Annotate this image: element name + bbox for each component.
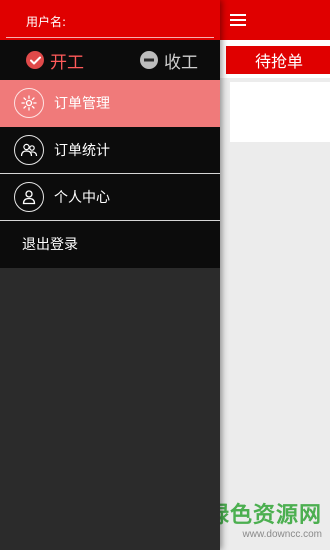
order-list-card: [230, 82, 330, 142]
menu-item-label: 订单管理: [54, 96, 110, 112]
navigation-drawer: 用户名: 开工 收工 订单管理 订单统计 个人中心 退出登录: [0, 0, 220, 550]
stop-work-toggle[interactable]: 收工: [140, 48, 198, 73]
username-label: 用户名:: [26, 15, 67, 29]
menu-item-personal-center[interactable]: 个人中心: [0, 174, 220, 221]
check-icon: [26, 51, 44, 69]
logout-button[interactable]: 退出登录: [0, 221, 220, 268]
stop-work-label: 收工: [164, 52, 198, 73]
main-top-bar: [220, 0, 330, 40]
menu-item-label: 订单统计: [54, 143, 110, 159]
minus-icon: [140, 51, 158, 69]
menu-item-order-statistics[interactable]: 订单统计: [0, 127, 220, 174]
logout-label: 退出登录: [22, 237, 78, 253]
start-work-label: 开工: [50, 52, 84, 73]
hamburger-menu-icon[interactable]: [230, 14, 246, 26]
work-status-bar: 开工 收工: [0, 40, 220, 80]
users-icon: [14, 135, 44, 165]
menu-item-order-management[interactable]: 订单管理: [0, 80, 220, 127]
main-pane: 待抢单 绿色资源网 www.downcc.com: [207, 0, 330, 550]
start-work-toggle[interactable]: 开工: [26, 48, 84, 73]
gear-icon: [14, 88, 44, 118]
menu-item-label: 个人中心: [54, 190, 110, 206]
drawer-header: 用户名:: [0, 0, 220, 40]
tab-pending-orders[interactable]: 待抢单: [226, 46, 330, 74]
header-divider: [6, 37, 214, 38]
tab-strip: 待抢单: [220, 40, 330, 78]
person-icon: [14, 182, 44, 212]
drawer-menu: 订单管理 订单统计 个人中心 退出登录: [0, 80, 220, 268]
